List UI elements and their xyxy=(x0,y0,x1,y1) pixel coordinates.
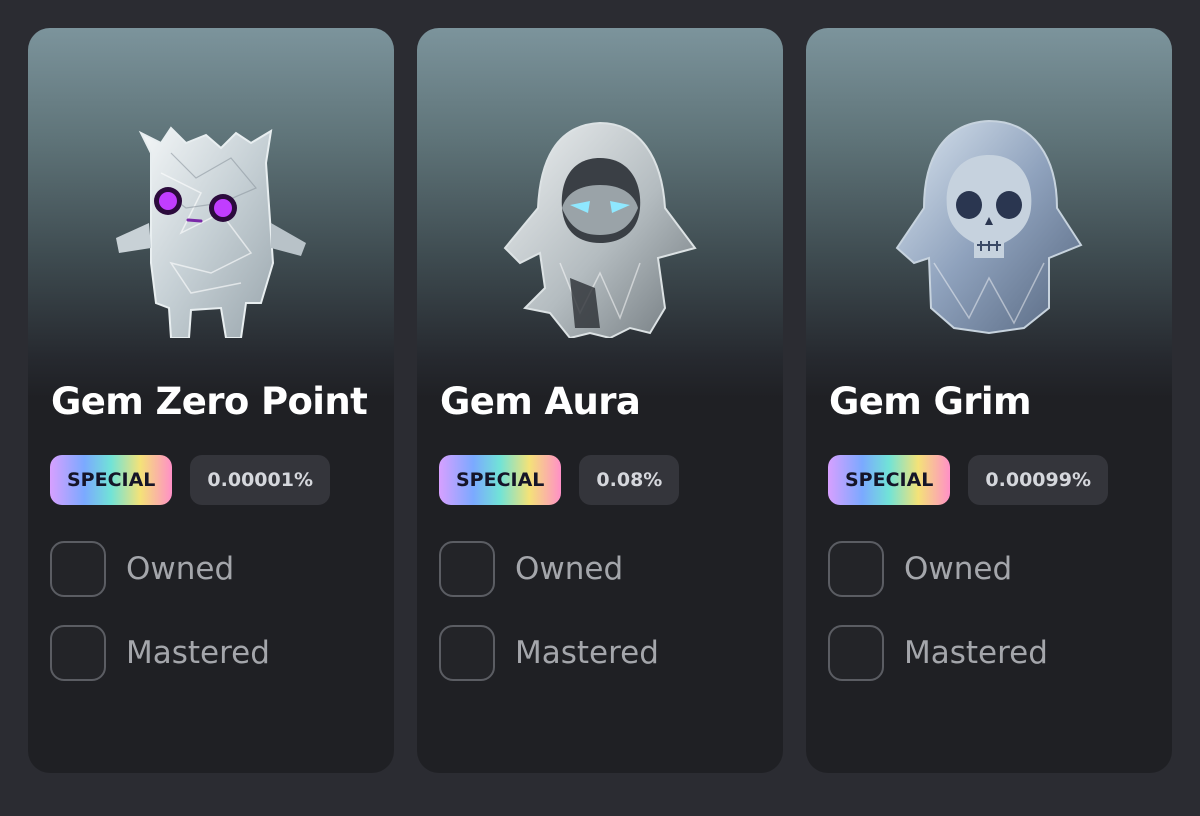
item-card[interactable]: Gem Zero Point SPECIAL 0.00001% Owned Ma… xyxy=(28,28,394,773)
crystal-hooded-skull-icon xyxy=(889,113,1089,338)
mastered-label: Mastered xyxy=(515,635,659,671)
drop-rate-badge: 0.00099% xyxy=(968,455,1108,505)
item-title: Gem Zero Point xyxy=(51,380,368,423)
mastered-row[interactable]: Mastered xyxy=(439,625,659,681)
owned-label: Owned xyxy=(126,551,235,587)
crystal-hooded-figure-icon xyxy=(500,113,700,338)
owned-checkbox[interactable] xyxy=(50,541,106,597)
item-card[interactable]: Gem Grim SPECIAL 0.00099% Owned Mastered xyxy=(806,28,1172,773)
item-title: Gem Aura xyxy=(440,380,641,423)
drop-rate-badge: 0.00001% xyxy=(190,455,330,505)
mastered-checkbox[interactable] xyxy=(439,625,495,681)
owned-row[interactable]: Owned xyxy=(439,541,623,597)
item-card[interactable]: Gem Aura SPECIAL 0.08% Owned Mastered xyxy=(417,28,783,773)
badge-row: SPECIAL 0.08% xyxy=(439,455,680,505)
owned-label: Owned xyxy=(904,551,1013,587)
rarity-badge: SPECIAL xyxy=(439,455,562,505)
mastered-checkbox[interactable] xyxy=(828,625,884,681)
mastered-label: Mastered xyxy=(904,635,1048,671)
drop-rate-badge: 0.08% xyxy=(579,455,680,505)
owned-checkbox[interactable] xyxy=(828,541,884,597)
card-grid: Gem Zero Point SPECIAL 0.00001% Owned Ma… xyxy=(0,0,1200,816)
crystal-cube-creature-icon xyxy=(111,113,311,338)
mastered-label: Mastered xyxy=(126,635,270,671)
badge-row: SPECIAL 0.00099% xyxy=(828,455,1108,505)
badge-row: SPECIAL 0.00001% xyxy=(50,455,330,505)
owned-row[interactable]: Owned xyxy=(50,541,234,597)
owned-checkbox[interactable] xyxy=(439,541,495,597)
rarity-badge: SPECIAL xyxy=(50,455,173,505)
owned-row[interactable]: Owned xyxy=(828,541,1012,597)
mastered-checkbox[interactable] xyxy=(50,625,106,681)
rarity-badge: SPECIAL xyxy=(828,455,951,505)
owned-label: Owned xyxy=(515,551,624,587)
mastered-row[interactable]: Mastered xyxy=(50,625,270,681)
mastered-row[interactable]: Mastered xyxy=(828,625,1048,681)
item-title: Gem Grim xyxy=(829,380,1032,423)
